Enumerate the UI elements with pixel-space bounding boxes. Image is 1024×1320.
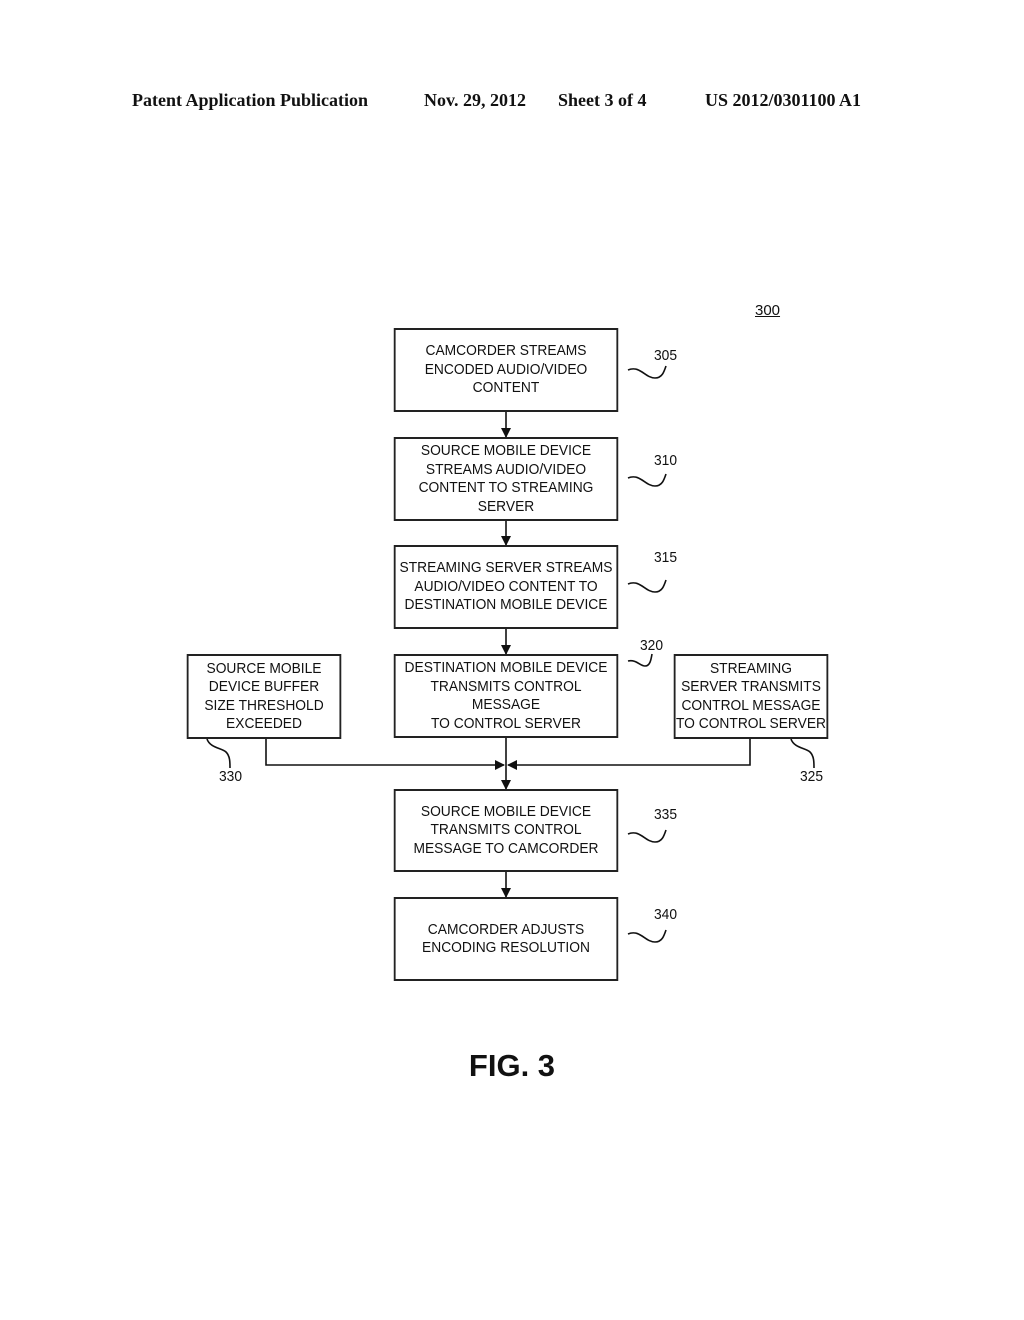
ref-label-325: 325 [800,768,824,785]
leader-335 [627,829,667,843]
step-330-text: SOURCE MOBILE DEVICE BUFFER SIZE THRESHO… [204,659,324,733]
step-335-box: SOURCE MOBILE DEVICE TRANSMITS CONTROL M… [393,789,619,872]
leader-310 [627,473,667,487]
step-305-box: CAMCORDER STREAMS ENCODED AUDIO/VIDEO CO… [393,328,619,412]
step-335-text: SOURCE MOBILE DEVICE TRANSMITS CONTROL M… [413,802,599,857]
step-325-text: STREAMING SERVER TRANSMITS CONTROL MESSA… [675,659,827,733]
step-315-text: STREAMING SERVER STREAMS AUDIO/VIDEO CON… [399,559,613,614]
leader-340 [627,929,667,943]
step-310-text: SOURCE MOBILE DEVICE STREAMS AUDIO/VIDEO… [418,442,594,515]
arrow-325-merge [507,739,751,770]
figure-label: FIG. 3 [468,1048,556,1083]
ref-label-335: 335 [654,806,678,823]
ref-label-330: 330 [219,768,243,785]
step-325-box: STREAMING SERVER TRANSMITS CONTROL MESSA… [673,654,829,739]
ref-label-305: 305 [654,347,678,364]
leader-320 [627,653,653,667]
ref-label-315: 315 [654,549,678,566]
step-340-box: CAMCORDER ADJUSTS ENCODING RESOLUTION [393,897,619,981]
leader-315 [627,579,667,593]
ref-label-340: 340 [654,906,678,923]
leader-330 [206,738,231,769]
leader-325 [790,738,815,769]
ref-label-310: 310 [654,452,678,469]
step-330-box: SOURCE MOBILE DEVICE BUFFER SIZE THRESHO… [186,654,342,739]
step-320-box: DESTINATION MOBILE DEVICE TRANSMITS CONT… [393,654,619,738]
step-340-text: CAMCORDER ADJUSTS ENCODING RESOLUTION [422,920,590,957]
ref-label-320: 320 [640,637,664,654]
step-305-text: CAMCORDER STREAMS ENCODED AUDIO/VIDEO CO… [424,342,588,397]
leader-305 [627,365,667,379]
arrow-330-merge [265,739,505,770]
step-315-box: STREAMING SERVER STREAMS AUDIO/VIDEO CON… [393,545,619,629]
step-310-box: SOURCE MOBILE DEVICE STREAMS AUDIO/VIDEO… [393,437,619,521]
step-320-text: DESTINATION MOBILE DEVICE TRANSMITS CONT… [404,659,608,732]
